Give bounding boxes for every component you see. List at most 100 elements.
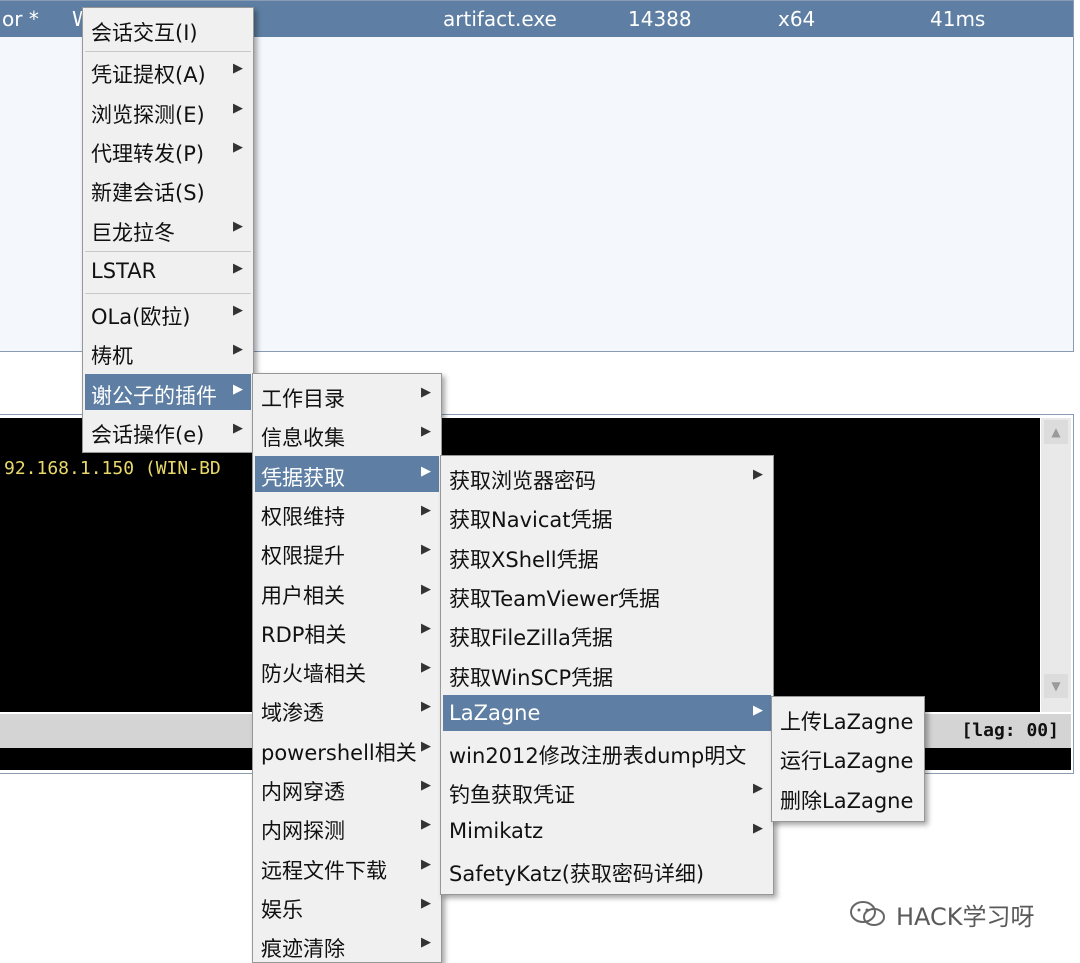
- main-menu-item-3[interactable]: 代理转发(P) ▶: [85, 132, 251, 168]
- session-pid: 14388: [628, 7, 692, 31]
- submenu-arrow-icon: ▶: [421, 738, 431, 754]
- plugin-menu-item-2[interactable]: 凭据获取 ▶: [255, 455, 439, 492]
- menu-item-label: 防火墙相关: [261, 662, 366, 687]
- credential-menu-item-9[interactable]: Mimikatz ▶: [443, 813, 771, 849]
- submenu-arrow-icon: ▶: [753, 820, 763, 836]
- plugin-menu-item-8[interactable]: 域渗透 ▶: [255, 691, 439, 727]
- plugin-menu-item-11[interactable]: 内网探测 ▶: [255, 809, 439, 845]
- scroll-up-icon[interactable]: ▲: [1044, 420, 1068, 444]
- submenu-arrow-icon: ▶: [421, 542, 431, 558]
- menu-item-label: 内网穿透: [261, 780, 345, 804]
- menu-item-label: 凭证提权(A): [91, 63, 206, 88]
- credential-menu-item-3[interactable]: 获取TeamViewer凭据: [443, 577, 771, 613]
- credential-menu-item-8[interactable]: 钓鱼获取凭证 ▶: [443, 773, 771, 809]
- plugin-menu-item-3[interactable]: 权限维持 ▶: [255, 495, 439, 531]
- console-scrollbar[interactable]: ▲ ▼: [1041, 418, 1071, 712]
- menu-item-label: 梼杌: [91, 344, 133, 369]
- menu-item-label: 巨龙拉冬: [91, 220, 175, 245]
- menu-item-label: 域渗透: [261, 701, 324, 726]
- main-menu-item-1[interactable]: 凭证提权(A) ▶: [85, 53, 251, 89]
- lazagne-submenu: 上传LaZagne 运行LaZagne 删除LaZagne: [771, 696, 925, 822]
- menu-item-label: 权限提升: [261, 544, 345, 569]
- credential-menu-item-4[interactable]: 获取FileZilla凭据: [443, 616, 771, 652]
- submenu-arrow-icon: ▶: [421, 817, 431, 833]
- main-menu-item-6[interactable]: LSTAR ▶: [85, 253, 251, 289]
- credential-menu-item-6[interactable]: LaZagne ▶: [443, 694, 771, 731]
- main-menu-item-5[interactable]: 巨龙拉冬 ▶: [85, 211, 251, 247]
- main-menu-item-2[interactable]: 浏览探测(E) ▶: [85, 93, 251, 129]
- plugin-menu-item-0[interactable]: 工作目录 ▶: [255, 377, 439, 413]
- menu-item-label: 谢公子的插件: [91, 383, 217, 408]
- submenu-arrow-icon: ▶: [753, 467, 763, 482]
- wechat-icon: [850, 901, 885, 926]
- menu-item-label: 获取浏览器密码: [449, 469, 596, 493]
- menu-item-label: 运行LaZagne: [780, 749, 914, 774]
- menu-item-label: 删除LaZagne: [780, 788, 914, 813]
- plugin-menu-item-10[interactable]: 内网穿透 ▶: [255, 770, 439, 806]
- credential-menu-item-0[interactable]: 获取浏览器密码 ▶: [443, 459, 771, 495]
- session-last: 41ms: [930, 7, 986, 31]
- menu-item-label: 会话交互(I): [91, 21, 198, 45]
- credential-menu-item-5[interactable]: 获取WinSCP凭据: [443, 656, 771, 692]
- watermark-text: HACK学习呀: [896, 903, 1035, 931]
- main-menu-item-9[interactable]: 谢公子的插件 ▶: [85, 373, 251, 410]
- submenu-arrow-icon: ▶: [753, 781, 763, 797]
- menu-item-label: 会话操作(e): [91, 423, 205, 447]
- credential-menu-item-2[interactable]: 获取XShell凭据: [443, 538, 771, 574]
- menu-item-label: 获取FileZilla凭据: [449, 626, 613, 651]
- menu-item-label: 痕迹清除: [261, 937, 345, 962]
- plugin-menu-item-4[interactable]: 权限提升 ▶: [255, 534, 439, 570]
- plugin-menu-item-5[interactable]: 用户相关 ▶: [255, 574, 439, 610]
- submenu-arrow-icon: ▶: [233, 421, 243, 436]
- credential-menu-item-7[interactable]: win2012修改注册表dump明文: [443, 734, 771, 770]
- menu-separator: [85, 250, 251, 252]
- lazagne-menu-item-0[interactable]: 上传LaZagne: [774, 700, 922, 736]
- credential-menu-item-1[interactable]: 获取Navicat凭据: [443, 498, 771, 534]
- submenu-arrow-icon: ▶: [421, 424, 431, 440]
- lazagne-menu-item-2[interactable]: 删除LaZagne: [774, 779, 922, 815]
- submenu-arrow-icon: ▶: [421, 463, 431, 479]
- menu-item-label: 获取TeamViewer凭据: [449, 586, 660, 611]
- plugin-menu-item-9[interactable]: powershell相关 ▶: [255, 731, 439, 767]
- submenu-arrow-icon: ▶: [233, 342, 243, 358]
- lazagne-menu-item-1[interactable]: 运行LaZagne: [774, 739, 922, 775]
- menu-item-label: 上传LaZagne: [780, 710, 914, 734]
- main-menu-item-4[interactable]: 新建会话(S): [85, 171, 251, 207]
- submenu-arrow-icon: ▶: [421, 502, 431, 518]
- menu-item-label: 权限维持: [261, 504, 345, 529]
- main-menu-item-0[interactable]: 会话交互(I): [85, 11, 251, 47]
- menu-item-label: SafetyKatz(获取密码详细): [449, 862, 705, 886]
- menu-item-label: LSTAR: [91, 258, 157, 283]
- plugin-menu-item-1[interactable]: 信息收集 ▶: [255, 416, 439, 452]
- plugin-menu-item-6[interactable]: RDP相关 ▶: [255, 613, 439, 649]
- credential-menu-item-10[interactable]: SafetyKatz(获取密码详细): [443, 852, 771, 888]
- scroll-down-icon[interactable]: ▼: [1044, 674, 1068, 698]
- submenu-arrow-icon: ▶: [421, 699, 431, 715]
- submenu-arrow-icon: ▶: [421, 856, 431, 872]
- main-menu-item-10[interactable]: 会话操作(e) ▶: [85, 413, 251, 449]
- submenu-arrow-icon: ▶: [421, 778, 431, 793]
- menu-item-label: LaZagne: [449, 700, 541, 725]
- menu-item-label: OLa(欧拉): [91, 305, 191, 330]
- plugin-menu-item-7[interactable]: 防火墙相关 ▶: [255, 652, 439, 688]
- session-user: or *: [2, 7, 39, 31]
- menu-item-label: 浏览探测(E): [91, 102, 205, 127]
- submenu-arrow-icon: ▶: [233, 100, 243, 116]
- credential-submenu: 获取浏览器密码 ▶ 获取Navicat凭据获取XShell凭据获取TeamViewe…: [440, 455, 774, 895]
- submenu-arrow-icon: ▶: [421, 581, 431, 597]
- main-menu-item-7[interactable]: OLa(欧拉) ▶: [85, 295, 251, 331]
- plugin-menu-item-13[interactable]: 娱乐 ▶: [255, 888, 439, 924]
- submenu-arrow-icon: ▶: [421, 385, 431, 400]
- submenu-arrow-icon: ▶: [421, 935, 431, 951]
- plugin-submenu: 工作目录 ▶ 信息收集 ▶ 凭据获取 ▶ 权限维持 ▶ 权限提升 ▶ 用户相关 ▶ RDP相关 ▶ 防火墙相…: [252, 373, 442, 963]
- menu-item-label: 用户相关: [261, 583, 345, 608]
- menu-item-label: 新建会话(S): [91, 181, 205, 206]
- menu-item-label: 代理转发(P): [91, 141, 205, 166]
- submenu-arrow-icon: ▶: [233, 61, 243, 77]
- menu-item-label: 获取XShell凭据: [449, 547, 599, 572]
- menu-item-label: RDP相关: [261, 622, 347, 647]
- plugin-menu-item-12[interactable]: 远程文件下载 ▶: [255, 849, 439, 885]
- menu-item-label: 远程文件下载: [261, 858, 387, 883]
- menu-item-label: win2012修改注册表dump明文: [449, 744, 747, 769]
- main-menu-item-8[interactable]: 梼杌 ▶: [85, 334, 251, 370]
